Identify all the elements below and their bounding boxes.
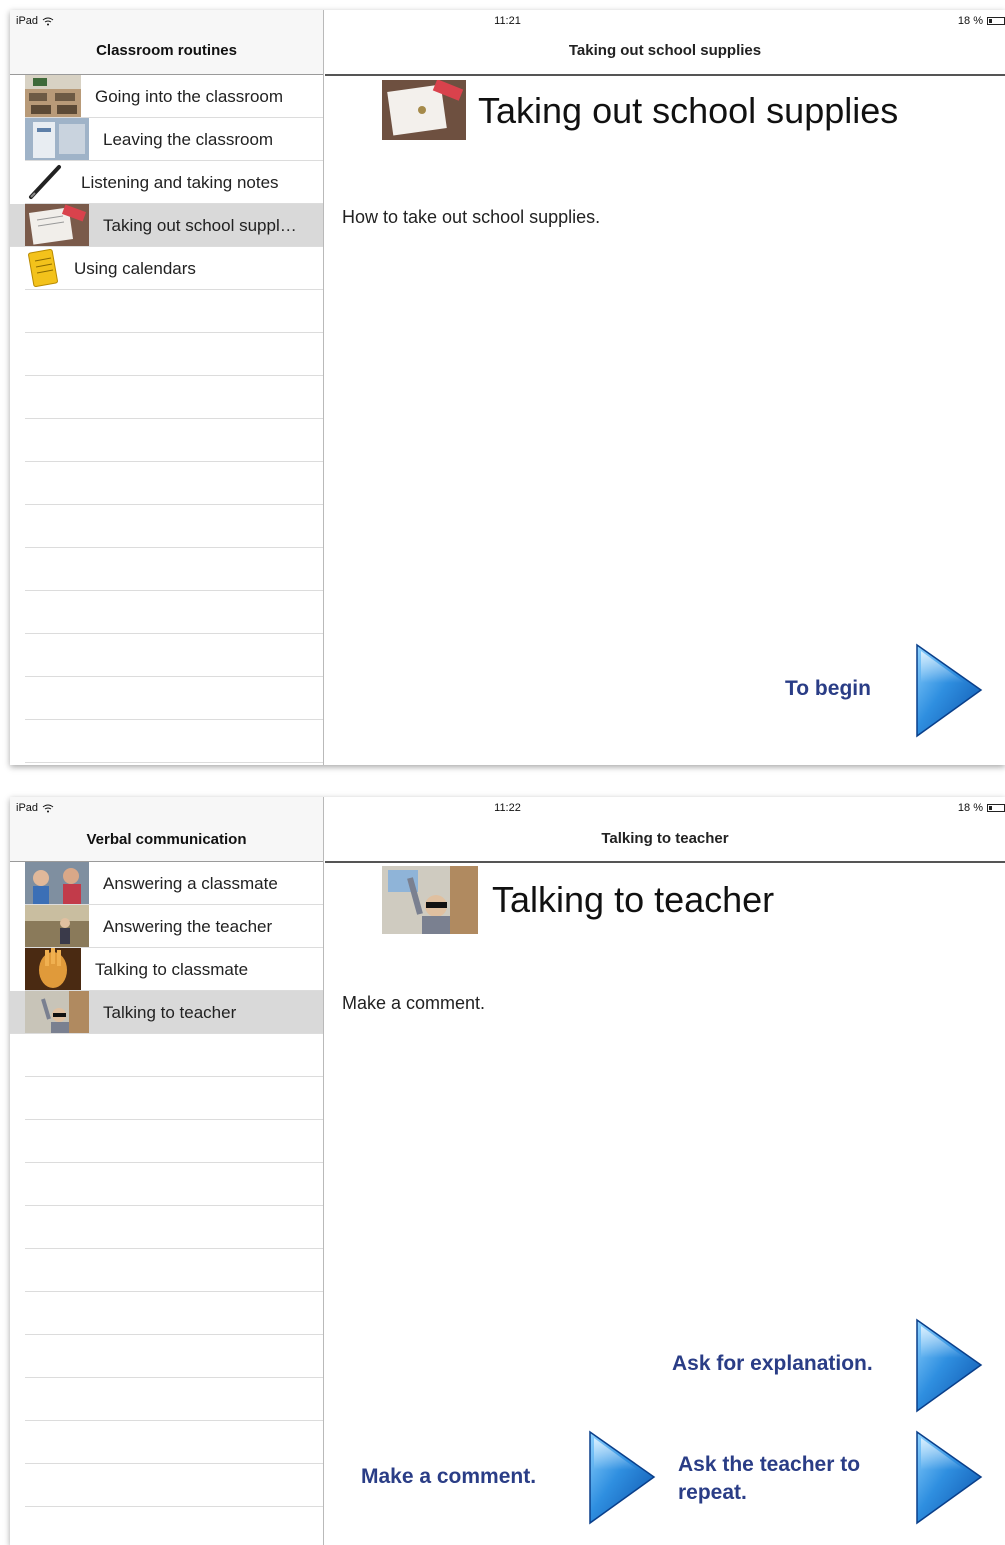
list-item[interactable]: Using calendars	[25, 247, 323, 290]
detail-header-title: Taking out school supplies	[568, 42, 762, 59]
list-item-label: Answering the teacher	[103, 917, 273, 936]
student-raising-hand-photo-icon	[382, 866, 478, 934]
list-item-label: Listening and taking notes	[81, 173, 279, 192]
sidebar-title: Verbal communication	[86, 831, 247, 848]
status-bar: iPad 11:21 18 %	[10, 10, 1005, 32]
play-arrow-icon[interactable]	[915, 1430, 983, 1525]
screenshot-verbal-communication: Verbal communication Answering a classma…	[10, 797, 1005, 1545]
topic-list: Going into the classroom Leaving the cla…	[10, 75, 323, 763]
school-supplies-photo-icon	[382, 80, 466, 140]
list-item-label: Taking out school suppl…	[103, 216, 297, 235]
detail-description: Make a comment.	[342, 993, 486, 1013]
clock: 11:21	[494, 15, 521, 27]
empty-row	[25, 634, 323, 677]
list-item-label: Answering a classmate	[103, 874, 278, 893]
empty-row	[25, 1120, 323, 1163]
list-item-label: Talking to classmate	[95, 960, 249, 979]
list-item[interactable]: Answering the teacher	[25, 905, 323, 948]
empty-row	[25, 505, 323, 548]
school-supplies-photo-icon	[25, 204, 89, 246]
empty-row	[25, 1249, 323, 1292]
clock: 11:22	[494, 802, 521, 814]
raised-hand-photo-icon	[25, 948, 81, 990]
ask-for-explanation-label[interactable]: Ask for explanation.	[672, 1352, 902, 1376]
empty-row	[25, 677, 323, 720]
teacher-photo-icon	[25, 905, 89, 947]
sidebar: Classroom routines Going into the classr…	[10, 10, 324, 765]
empty-row	[25, 419, 323, 462]
empty-row	[25, 333, 323, 376]
empty-row	[25, 1034, 323, 1077]
list-item[interactable]: Going into the classroom	[25, 75, 323, 118]
ask-teacher-to-repeat-label[interactable]: Ask the teacher to repeat.	[678, 1451, 898, 1507]
battery-icon	[987, 804, 1005, 812]
empty-row	[25, 1163, 323, 1206]
list-item-label: Using calendars	[74, 259, 196, 278]
empty-row	[25, 1464, 323, 1507]
empty-row	[25, 1335, 323, 1378]
classmates-photo-icon	[25, 862, 89, 904]
play-arrow-icon[interactable]	[915, 643, 983, 738]
play-arrow-icon[interactable]	[588, 1430, 656, 1525]
battery-percent: 18 %	[957, 802, 983, 814]
list-item[interactable]: Talking to classmate	[25, 948, 323, 991]
detail-pane: Talking to teacher Talking to teacher Ma…	[325, 797, 1005, 1545]
list-item-label: Going into the classroom	[95, 87, 284, 106]
student-raising-hand-photo-icon	[25, 991, 89, 1033]
classroom-photo-icon	[25, 75, 81, 117]
list-item-selected[interactable]: Talking to teacher	[10, 991, 323, 1034]
detail-title: Taking out school supplies	[478, 90, 899, 131]
detail-description: How to take out school supplies.	[342, 207, 601, 227]
empty-row	[25, 1292, 323, 1335]
empty-row	[25, 462, 323, 505]
list-item[interactable]: Answering a classmate	[25, 862, 323, 905]
to-begin-label[interactable]: To begin	[785, 677, 871, 701]
detail-header-title: Talking to teacher	[601, 830, 729, 847]
sidebar-title: Classroom routines	[96, 42, 237, 59]
empty-row	[25, 1507, 323, 1545]
calendar-notepad-icon	[28, 248, 58, 288]
empty-row	[25, 548, 323, 591]
door-photo-icon	[25, 118, 89, 160]
empty-row	[25, 1206, 323, 1249]
list-item[interactable]: Leaving the classroom	[25, 118, 323, 161]
make-a-comment-label[interactable]: Make a comment.	[361, 1465, 571, 1489]
topic-list: Answering a classmate Answering the teac…	[10, 862, 323, 1545]
status-bar: iPad 11:22 18 %	[10, 797, 1005, 819]
empty-row	[25, 1077, 323, 1120]
list-item[interactable]: Listening and taking notes	[25, 161, 323, 204]
screenshot-classroom-routines: Classroom routines Going into the classr…	[10, 10, 1005, 765]
list-item-label: Talking to teacher	[103, 1003, 237, 1022]
sidebar: Verbal communication Answering a classma…	[10, 797, 324, 1545]
empty-row	[25, 290, 323, 333]
battery-percent: 18 %	[957, 15, 983, 27]
empty-row	[25, 591, 323, 634]
empty-row	[25, 1421, 323, 1464]
detail-pane: Taking out school supplies Taking out sc…	[325, 10, 1005, 765]
empty-row	[25, 1378, 323, 1421]
play-arrow-icon[interactable]	[915, 1318, 983, 1413]
pen-icon	[29, 165, 61, 199]
detail-title: Talking to teacher	[492, 879, 775, 920]
battery-icon	[987, 17, 1005, 25]
list-item-label: Leaving the classroom	[103, 130, 274, 149]
list-item-selected[interactable]: Taking out school suppl…	[10, 204, 323, 247]
empty-row	[25, 720, 323, 763]
empty-row	[25, 376, 323, 419]
